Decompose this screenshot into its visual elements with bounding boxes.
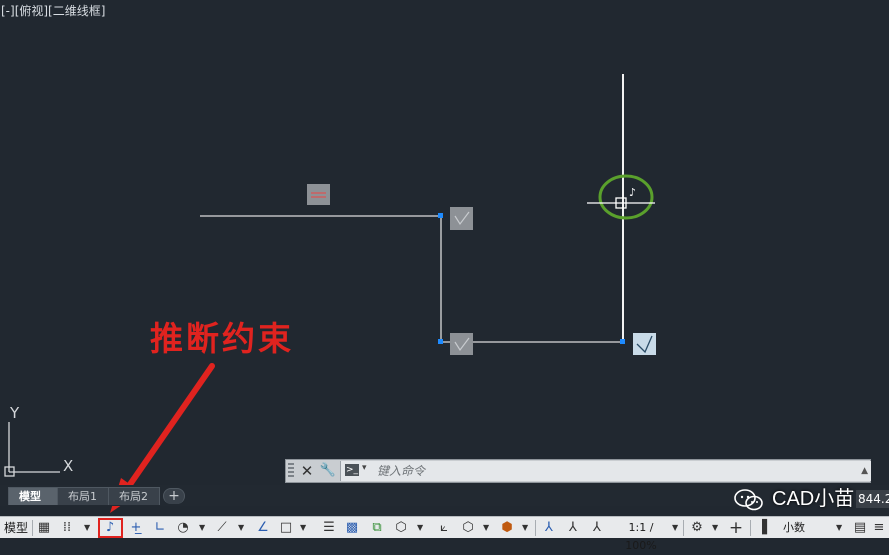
separator xyxy=(683,520,684,536)
tab-model[interactable]: 模型 xyxy=(8,487,58,505)
add-layout-button[interactable]: + xyxy=(163,488,185,504)
perpendicular-constraint-icon[interactable] xyxy=(633,333,656,355)
scale-selector[interactable]: 1:1 / 100% xyxy=(612,519,670,552)
ucs-icon xyxy=(4,422,60,477)
customize-icon[interactable]: ≡ xyxy=(870,519,888,537)
grip-point[interactable] xyxy=(438,339,443,344)
status-bar: 模型 ▦ ⁞⁞ ▼ ♪ +̲ ∟ ◔ ▼ ⟋ ▼ ∠ □ ▼ ☰ ▩ ⧉ ⬡ ▼… xyxy=(0,516,889,552)
command-line: ✕ 🔧 >_ ▾ ▲ xyxy=(285,459,871,483)
chevron-down-icon[interactable]: ▼ xyxy=(300,520,306,536)
workspace-gear-icon[interactable]: ⚙ xyxy=(688,519,706,537)
tab-layout2[interactable]: 布局2 xyxy=(108,487,160,505)
annotation-scale-icon[interactable]: ⅄ xyxy=(588,519,606,537)
chevron-down-icon[interactable]: ▼ xyxy=(417,520,423,536)
transparency-icon[interactable]: ▩ xyxy=(343,519,361,537)
drawing-canvas[interactable]: ♪ Y X xyxy=(0,0,889,538)
chevron-down-icon[interactable]: ▼ xyxy=(84,520,90,536)
crosshair-cursor-icon: ♪ xyxy=(587,174,655,220)
ucs-y-label: Y xyxy=(9,404,20,422)
command-prompt-icon[interactable]: >_ xyxy=(345,464,359,476)
dynamic-input-icon[interactable]: +̲ xyxy=(127,519,145,537)
parallel-constraint-icon[interactable] xyxy=(307,184,330,205)
quick-properties-icon[interactable]: ▤ xyxy=(851,519,869,537)
auto-scale-icon[interactable]: ⅄ xyxy=(564,519,582,537)
ucs-icon[interactable]: ⟀ xyxy=(435,519,453,537)
watermark-text: CAD小苗 xyxy=(772,488,855,510)
coordinate-readout: 844.2 xyxy=(856,490,889,508)
chevron-down-icon[interactable]: ▼ xyxy=(199,520,205,536)
perpendicular-constraint-icon[interactable] xyxy=(450,207,473,230)
lineweight-icon[interactable]: ☰ xyxy=(320,519,338,537)
chevron-down-icon[interactable]: ▼ xyxy=(836,520,842,536)
model-space-button[interactable]: 模型 xyxy=(2,519,30,537)
selection-cycling-icon[interactable]: ⧉ xyxy=(368,519,386,537)
grip-point[interactable] xyxy=(620,339,625,344)
cube-icon[interactable]: ⬡ xyxy=(459,519,477,537)
isolate-icon[interactable]: ⬢ xyxy=(498,519,516,537)
chevron-down-icon[interactable]: ▼ xyxy=(238,520,244,536)
perpendicular-constraint-icon[interactable] xyxy=(450,333,473,355)
highlight-box xyxy=(98,518,123,538)
snap-icon[interactable]: ⁞⁞ xyxy=(58,519,76,537)
plus-icon[interactable]: + xyxy=(727,519,745,537)
units-selector[interactable]: 小数 xyxy=(776,519,812,537)
units-icon[interactable]: ▐ xyxy=(753,519,771,537)
osnap-tracking-icon[interactable]: ⟋ xyxy=(213,519,231,537)
drag-handle[interactable] xyxy=(288,463,294,479)
grid-icon[interactable]: ▦ xyxy=(35,519,53,537)
chevron-down-icon[interactable]: ▼ xyxy=(483,520,489,536)
separator xyxy=(750,520,751,536)
chevron-up-icon[interactable]: ▲ xyxy=(861,466,868,476)
chevron-down-icon[interactable]: ▼ xyxy=(712,520,718,536)
command-input[interactable] xyxy=(377,461,847,481)
annotation-visibility-icon[interactable]: ⅄ xyxy=(540,519,558,537)
separator xyxy=(32,520,33,536)
svg-text:♪: ♪ xyxy=(629,186,636,199)
chevron-down-icon[interactable]: ▾ xyxy=(362,463,367,473)
chevron-down-icon[interactable]: ▼ xyxy=(672,520,678,536)
wrench-icon[interactable]: 🔧 xyxy=(318,461,338,481)
command-field[interactable]: >_ ▾ ▲ xyxy=(340,461,871,481)
grip-point[interactable] xyxy=(438,213,443,218)
tab-layout1[interactable]: 布局1 xyxy=(57,487,109,505)
close-icon[interactable]: ✕ xyxy=(297,461,317,481)
polar-icon[interactable]: ◔ xyxy=(174,519,192,537)
separator xyxy=(535,520,536,536)
3d-osnap-icon[interactable]: ⬡ xyxy=(392,519,410,537)
ucs-x-label: X xyxy=(63,457,73,475)
object-snap-icon[interactable]: □ xyxy=(277,519,295,537)
ortho-icon[interactable]: ∟ xyxy=(151,519,169,537)
wechat-icon xyxy=(734,489,763,511)
angle-icon[interactable]: ∠ xyxy=(254,519,272,537)
annotation-label: 推断约束 xyxy=(150,319,294,358)
chevron-down-icon[interactable]: ▼ xyxy=(522,520,528,536)
